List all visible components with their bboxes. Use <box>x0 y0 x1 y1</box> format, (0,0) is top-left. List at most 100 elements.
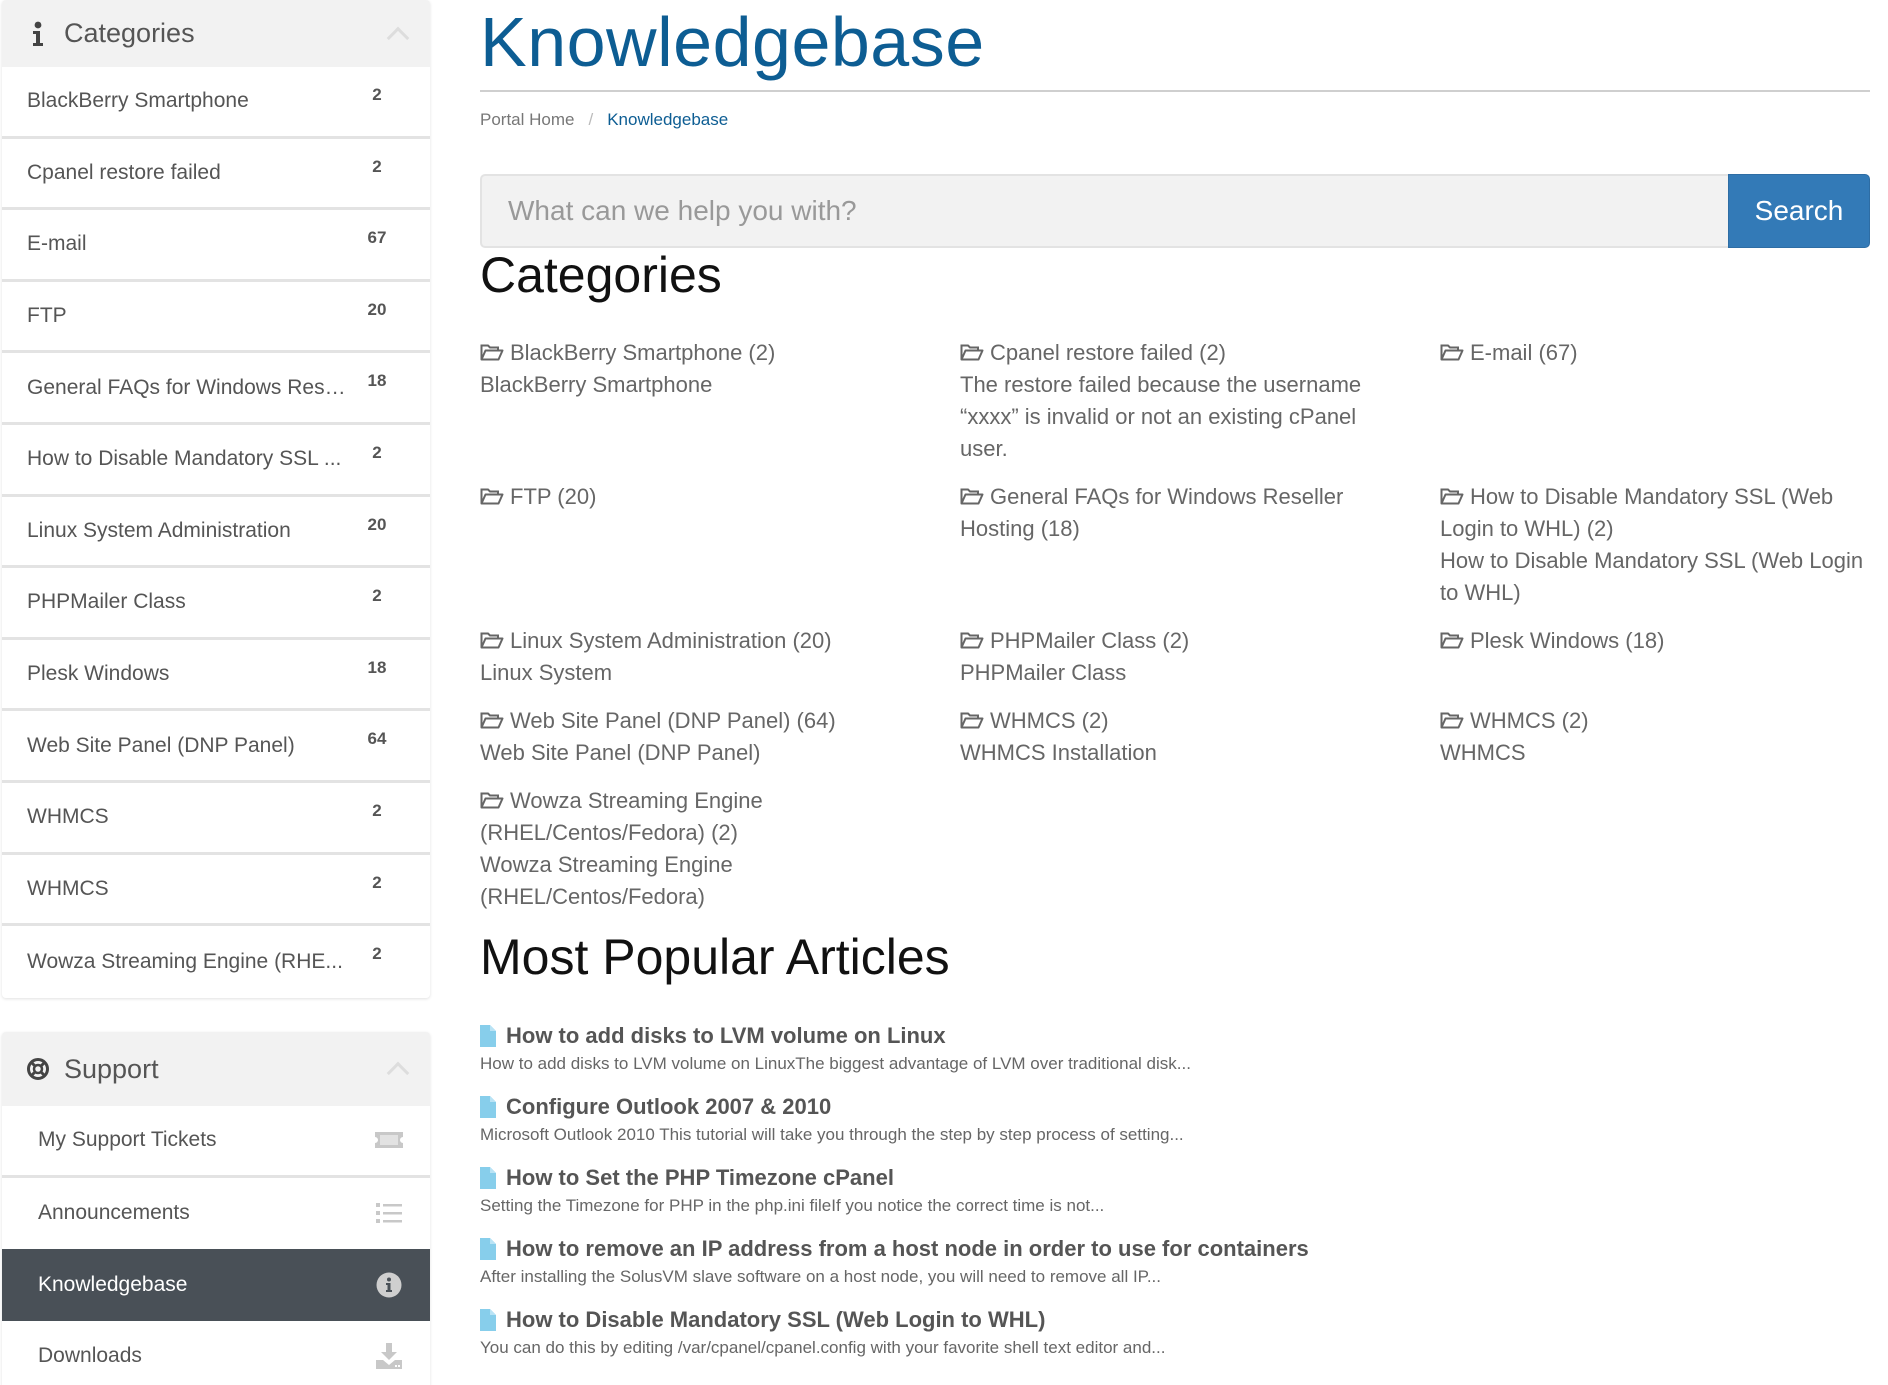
sidebar-category-item[interactable]: E-mail 67 <box>2 210 430 282</box>
sidebar-category-label: Plesk Windows <box>27 662 170 686</box>
article-title: How to Disable Mandatory SSL (Web Login … <box>506 1307 1046 1332</box>
categories-panel-header[interactable]: Categories <box>2 0 430 67</box>
sidebar-category-count: 20 <box>367 299 387 319</box>
article-title: Configure Outlook 2007 & 2010 <box>506 1094 832 1119</box>
support-panel-title: Support <box>64 1053 159 1084</box>
category-link[interactable]: PHPMailer Class (2) <box>960 625 1400 657</box>
sidebar-category-label: Web Site Panel (DNP Panel) <box>27 733 295 757</box>
category-title: BlackBerry Smartphone (2) <box>510 340 776 365</box>
article-link[interactable]: How to Set the PHP Timezone cPanel <box>480 1162 1870 1194</box>
folder-open-icon <box>1440 338 1464 361</box>
sidebar-category-item[interactable]: WHMCS 2 <box>2 855 430 927</box>
sidebar-category-item[interactable]: Wowza Streaming Engine (RHE... 2 <box>2 926 430 998</box>
category-link[interactable]: BlackBerry Smartphone (2) <box>480 337 920 369</box>
article-title: How to Set the PHP Timezone cPanel <box>506 1165 894 1190</box>
article-link[interactable]: How to Disable Mandatory SSL (Web Login … <box>480 1304 1870 1336</box>
chevron-up-icon[interactable] <box>386 1061 410 1085</box>
sidebar-category-label: Linux System Administration <box>27 518 291 542</box>
folder-open-icon <box>960 706 984 729</box>
sidebar-category-item[interactable]: Web Site Panel (DNP Panel) 64 <box>2 711 430 783</box>
article-excerpt: You can do this by editing /var/cpanel/c… <box>480 1338 1166 1357</box>
folder-open-icon <box>480 626 504 649</box>
breadcrumb: Portal Home / Knowledgebase <box>480 106 1870 134</box>
category-description: The restore failed because the username … <box>960 372 1362 461</box>
search-input[interactable] <box>480 174 1728 248</box>
breadcrumb-portal-home[interactable]: Portal Home <box>480 110 574 130</box>
article-excerpt: How to add disks to LVM volume on LinuxT… <box>480 1054 1191 1073</box>
category-link[interactable]: WHMCS (2) <box>1440 705 1880 737</box>
folder-open-icon <box>480 482 504 505</box>
breadcrumb-knowledgebase: Knowledgebase <box>607 110 729 129</box>
folder-open-icon <box>960 482 984 505</box>
categories-panel: Categories BlackBerry Smartphone 2 Cpanel … <box>2 0 430 998</box>
sidebar-category-item[interactable]: Plesk Windows 18 <box>2 640 430 712</box>
category-title: E-mail (67) <box>1470 340 1578 365</box>
breadcrumb-separator: / <box>588 110 594 129</box>
category-card: Cpanel restore failed (2) The restore fai… <box>960 337 1400 465</box>
folder-open-icon <box>960 338 984 361</box>
article-link[interactable]: How to add disks to LVM volume on Linux <box>480 1020 1870 1052</box>
sidebar-category-item[interactable]: WHMCS 2 <box>2 783 430 855</box>
category-card: BlackBerry Smartphone (2) BlackBerry Smar… <box>480 337 920 401</box>
support-panel: Support My Support Tickets Announcements K… <box>2 1032 430 1385</box>
article-title: How to remove an IP address from a host … <box>506 1236 1309 1261</box>
category-card: Wowza Streaming Engine (RHEL/Centos/Fedo… <box>480 785 780 913</box>
category-card: E-mail (67) <box>1440 337 1880 369</box>
support-nav-downloads[interactable]: Downloads <box>2 1321 430 1385</box>
article-item: How to Set the PHP Timezone cPanel Settin… <box>480 1162 1870 1233</box>
category-link[interactable]: Web Site Panel (DNP Panel) (64) <box>480 705 920 737</box>
sidebar-category-item[interactable]: PHPMailer Class 2 <box>2 568 430 640</box>
sidebar-category-count: 2 <box>372 586 382 606</box>
sidebar-category-label: How to Disable Mandatory SSL ... <box>27 447 342 471</box>
popular-articles-list: How to add disks to LVM volume on Linux H… <box>480 1020 1870 1375</box>
category-card: PHPMailer Class (2) PHPMailer Class <box>960 625 1400 689</box>
category-link[interactable]: Wowza Streaming Engine (RHEL/Centos/Fedo… <box>480 785 780 849</box>
sidebar-category-item[interactable]: How to Disable Mandatory SSL ... 2 <box>2 425 430 497</box>
popular-articles-heading: Most Popular Articles <box>480 929 950 985</box>
support-nav-label: Downloads <box>38 1344 142 1368</box>
chevron-up-icon[interactable] <box>386 26 410 49</box>
sidebar-category-count: 18 <box>367 657 387 677</box>
sidebar-category-item[interactable]: BlackBerry Smartphone 2 <box>2 67 430 139</box>
category-card: Web Site Panel (DNP Panel) (64) Web Site … <box>480 705 920 769</box>
document-icon <box>480 1096 496 1118</box>
support-nav-my-support-tickets[interactable]: My Support Tickets <box>2 1106 430 1178</box>
category-title: WHMCS (2) <box>1470 708 1589 733</box>
category-link[interactable]: E-mail (67) <box>1440 337 1880 369</box>
support-nav-label: Announcements <box>38 1201 190 1225</box>
article-excerpt: Microsoft Outlook 2010 This tutorial wil… <box>480 1125 1184 1144</box>
sidebar-category-label: BlackBerry Smartphone <box>27 89 249 113</box>
folder-open-icon <box>960 626 984 649</box>
sidebar-category-item[interactable]: Linux System Administration 20 <box>2 497 430 569</box>
article-link[interactable]: Configure Outlook 2007 & 2010 <box>480 1091 1870 1123</box>
sidebar-category-item[interactable]: Cpanel restore failed 2 <box>2 139 430 211</box>
support-nav-label: My Support Tickets <box>38 1128 217 1152</box>
category-link[interactable]: Plesk Windows (18) <box>1440 625 1880 657</box>
sidebar-category-count: 64 <box>367 729 387 749</box>
article-excerpt: Setting the Timezone for PHP in the php.… <box>480 1196 1105 1215</box>
sidebar-category-count: 20 <box>367 514 387 534</box>
category-link[interactable]: How to Disable Mandatory SSL (Web Login … <box>1440 481 1880 545</box>
category-link[interactable]: Linux System Administration (20) <box>480 625 920 657</box>
category-link[interactable]: FTP (20) <box>480 481 920 513</box>
search-button[interactable]: Search <box>1728 174 1870 248</box>
document-icon <box>480 1309 496 1331</box>
article-link[interactable]: How to remove an IP address from a host … <box>480 1233 1870 1265</box>
folder-open-icon <box>1440 706 1464 729</box>
category-card: General FAQs for Windows Reseller Hostin… <box>960 481 1400 545</box>
sidebar-category-label: General FAQs for Windows Rese... <box>27 375 353 399</box>
sidebar-category-label: Wowza Streaming Engine (RHE... <box>27 949 343 973</box>
sidebar-category-label: FTP <box>27 304 67 328</box>
category-description: PHPMailer Class <box>960 660 1127 685</box>
sidebar-category-item[interactable]: FTP 20 <box>2 282 430 354</box>
support-nav-knowledgebase[interactable]: Knowledgebase <box>2 1249 430 1321</box>
category-title: Linux System Administration (20) <box>510 628 832 653</box>
sidebar-category-count: 2 <box>372 944 382 964</box>
category-link[interactable]: General FAQs for Windows Reseller Hostin… <box>960 481 1400 545</box>
sidebar-category-item[interactable]: General FAQs for Windows Rese... 18 <box>2 353 430 425</box>
category-link[interactable]: WHMCS (2) <box>960 705 1400 737</box>
support-panel-header[interactable]: Support <box>2 1032 430 1106</box>
category-title: Cpanel restore failed (2) <box>990 340 1227 365</box>
support-nav-announcements[interactable]: Announcements <box>2 1178 430 1250</box>
category-link[interactable]: Cpanel restore failed (2) <box>960 337 1400 369</box>
